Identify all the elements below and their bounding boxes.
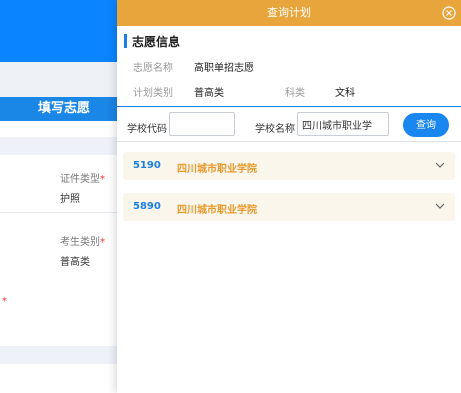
required-star: * [2, 296, 7, 307]
wish-name-value: 高职单招志愿 [194, 63, 254, 74]
school-name: 四川城市职业学院 [177, 164, 257, 175]
search-bar: 学校代码 学校名称 查询 [117, 106, 461, 142]
subject-value: 文科 [335, 88, 355, 99]
close-icon[interactable] [442, 6, 456, 20]
school-name-input[interactable] [297, 112, 389, 136]
candidate-type-value: 普高类 [60, 257, 90, 268]
school-name-label: 学校名称 [255, 124, 295, 135]
chevron-down-icon [435, 162, 445, 168]
school-code: 5890 [133, 201, 161, 212]
wish-name-label: 志愿名称 [133, 63, 173, 74]
school-code-label: 学校代码 [127, 124, 167, 135]
school-code: 5190 [133, 160, 161, 171]
candidate-type-label: 考生类别* [60, 237, 105, 248]
id-type-label: 证件类型* [60, 174, 105, 185]
divider [0, 212, 117, 213]
plan-type-value: 普高类 [194, 88, 224, 99]
search-button[interactable]: 查询 [403, 113, 449, 137]
section-marker [124, 34, 127, 48]
result-item[interactable]: 5890 四川城市职业学院 [123, 193, 455, 221]
school-code-input[interactable] [169, 112, 235, 136]
background-band [0, 346, 130, 364]
background-form-header: 填写志愿 [0, 97, 130, 121]
background-band [0, 137, 130, 155]
subject-label: 科类 [285, 88, 305, 99]
id-type-value: 护照 [60, 194, 80, 205]
panel-title: 查询计划 [267, 6, 311, 19]
chevron-down-icon [435, 203, 445, 209]
school-name: 四川城市职业学院 [177, 205, 257, 216]
query-plan-panel: 查询计划 志愿信息 志愿名称 高职单招志愿 计划类别 普高类 科类 文科 学校代… [117, 0, 461, 393]
plan-type-label: 计划类别 [133, 88, 173, 99]
result-item[interactable]: 5190 四川城市职业学院 [123, 152, 455, 180]
section-title: 志愿信息 [132, 35, 181, 49]
